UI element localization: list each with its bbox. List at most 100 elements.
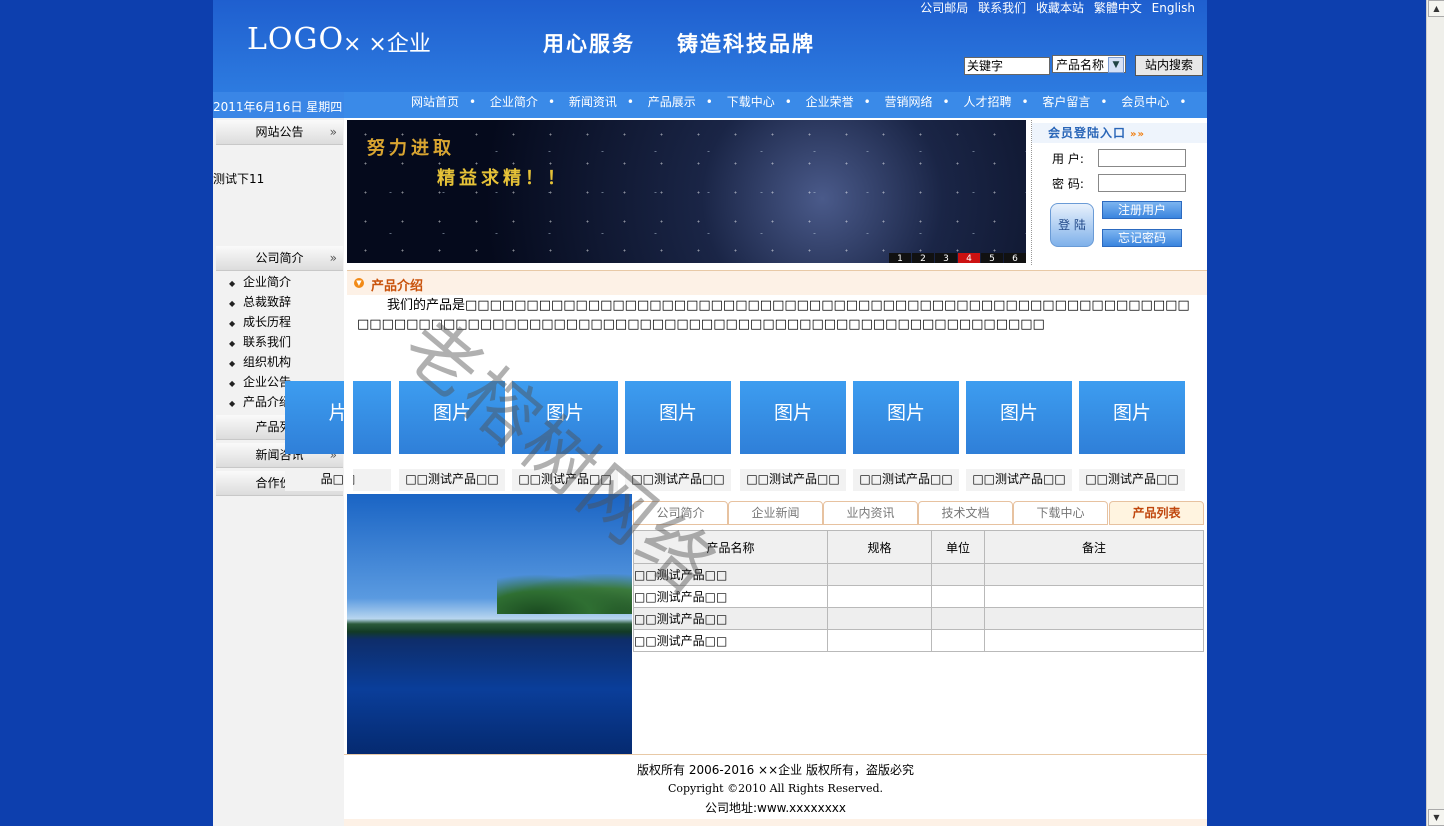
product-card[interactable]: 图片 □□测试产品□□: [740, 381, 846, 491]
notice-text[interactable]: 测试下11: [213, 170, 264, 187]
banner-page-2[interactable]: 2: [912, 253, 934, 263]
tab-product-list[interactable]: 产品列表: [1109, 501, 1204, 525]
nav-message[interactable]: 客户留言: [1042, 95, 1090, 109]
password-input[interactable]: [1098, 174, 1186, 192]
bullet-icon: •: [547, 95, 556, 109]
product-card[interactable]: 片 品□□: [285, 381, 391, 491]
sidebar-notice-header[interactable]: 网站公告 »: [216, 120, 343, 145]
register-button[interactable]: 注册用户: [1102, 201, 1182, 219]
product-image[interactable]: 图片: [1079, 381, 1185, 454]
sidebar-item-products[interactable]: ◆ 产品介绍: [229, 393, 291, 413]
banner-page-1[interactable]: 1: [889, 253, 911, 263]
product-image[interactable]: 图片: [740, 381, 846, 454]
product-card[interactable]: 图片 □□测试产品□□: [512, 381, 618, 491]
table-row[interactable]: □□测试产品□□: [633, 585, 1204, 608]
scroll-down-icon[interactable]: ▼: [1428, 809, 1444, 826]
sidebar-item-ceo[interactable]: ◆ 总裁致辞: [229, 293, 291, 313]
banner[interactable]: 努力进取 精益求精！！ 123456: [347, 120, 1026, 263]
column-header-spec: 规格: [827, 530, 932, 564]
tab-download[interactable]: 下载中心: [1013, 501, 1108, 525]
toplink-traditional[interactable]: 繁體中文: [1094, 1, 1142, 15]
product-image[interactable]: 图片: [966, 381, 1072, 454]
sidebar-about-header[interactable]: 公司简介 »: [216, 246, 343, 271]
username-input[interactable]: [1098, 149, 1186, 167]
table-cell: [827, 585, 932, 608]
bullet-icon: •: [705, 95, 713, 109]
table-row[interactable]: □□测试产品□□: [633, 607, 1204, 630]
toplink-english[interactable]: English: [1152, 1, 1195, 15]
sidebar-item-label: 企业简介: [243, 275, 292, 289]
tab-company[interactable]: 公司简介: [633, 501, 728, 525]
nav-jobs[interactable]: 人才招聘: [963, 95, 1011, 109]
nav-news[interactable]: 新闻资讯: [569, 95, 617, 109]
nav-products[interactable]: 产品展示: [648, 95, 696, 109]
product-card[interactable]: 图片 □□测试产品□□: [853, 381, 959, 491]
table-cell: [931, 563, 985, 586]
nav-network[interactable]: 营销网络: [885, 95, 933, 109]
product-image[interactable]: 图片: [625, 381, 731, 454]
tab-tech-docs[interactable]: 技术文档: [918, 501, 1013, 525]
search-type-value: 产品名称: [1056, 58, 1105, 72]
table-cell[interactable]: □□测试产品□□: [633, 585, 828, 608]
product-image[interactable]: 片: [285, 381, 391, 454]
banner-page-5[interactable]: 5: [981, 253, 1003, 263]
login-button[interactable]: 登 陆: [1050, 203, 1094, 247]
table-cell[interactable]: □□测试产品□□: [633, 607, 828, 630]
table-cell[interactable]: □□测试产品□□: [633, 563, 828, 586]
search-type-select[interactable]: 产品名称 ▼: [1052, 55, 1126, 73]
product-card[interactable]: 图片 □□测试产品□□: [625, 381, 731, 491]
nav-member[interactable]: 会员中心: [1121, 95, 1169, 109]
table-cell: [931, 629, 985, 652]
lake-image: [347, 494, 632, 754]
toplink-contact[interactable]: 联系我们: [978, 1, 1026, 15]
banner-page-6[interactable]: 6: [1004, 253, 1026, 263]
search-button[interactable]: 站内搜索: [1135, 55, 1203, 76]
table-cell: [931, 607, 985, 630]
product-caption[interactable]: □□测试产品□□: [853, 469, 959, 491]
product-image[interactable]: 图片: [853, 381, 959, 454]
product-card[interactable]: 图片 □□测试产品□□: [1079, 381, 1185, 491]
sidebar-item-contact[interactable]: ◆ 联系我们: [229, 333, 291, 353]
product-image[interactable]: 图片: [399, 381, 505, 454]
nav-download[interactable]: 下载中心: [727, 95, 775, 109]
banner-text-2: 精益求精！！: [437, 168, 569, 189]
sidebar-item-label: 组织机构: [243, 355, 292, 369]
nav-home[interactable]: 网站首页: [411, 95, 459, 109]
scroll-up-icon[interactable]: ▲: [1428, 0, 1444, 17]
product-caption[interactable]: 品□□: [285, 469, 391, 491]
sidebar-item-organization[interactable]: ◆ 组织机构: [229, 353, 291, 373]
banner-page-4[interactable]: 4: [958, 253, 980, 263]
product-card[interactable]: 图片 □□测试产品□□: [399, 381, 505, 491]
scroll-mask: [344, 375, 353, 495]
sidebar-item-history[interactable]: ◆ 成长历程: [229, 313, 291, 333]
table-cell[interactable]: □□测试产品□□: [633, 629, 828, 652]
chevron-down-icon[interactable]: ▼: [1108, 57, 1124, 73]
sidebar-item-announcement[interactable]: ◆ 企业公告: [229, 373, 291, 393]
diamond-bullet-icon: ◆: [229, 279, 236, 288]
vertical-scrollbar[interactable]: ▲ ▼: [1426, 0, 1444, 826]
sidebar-item-label: 产品介绍: [243, 395, 292, 409]
toplink-favorite[interactable]: 收藏本站: [1036, 1, 1084, 15]
toplink-mail[interactable]: 公司邮局: [920, 1, 968, 15]
tab-industry-news[interactable]: 业内资讯: [823, 501, 918, 525]
product-caption[interactable]: □□测试产品□□: [625, 469, 731, 491]
table-row[interactable]: □□测试产品□□: [633, 563, 1204, 586]
product-caption[interactable]: □□测试产品□□: [966, 469, 1072, 491]
product-caption[interactable]: □□测试产品□□: [399, 469, 505, 491]
banner-page-3[interactable]: 3: [935, 253, 957, 263]
tab-company-news[interactable]: 企业新闻: [728, 501, 823, 525]
forgot-password-button[interactable]: 忘记密码: [1102, 229, 1182, 247]
sidebar-notice-title: 网站公告: [255, 125, 304, 139]
bullet-icon: •: [469, 95, 477, 109]
product-card[interactable]: 图片 □□测试产品□□: [966, 381, 1072, 491]
nav-honor[interactable]: 企业荣誉: [806, 95, 854, 109]
product-caption[interactable]: □□测试产品□□: [512, 469, 618, 491]
product-caption[interactable]: □□测试产品□□: [740, 469, 846, 491]
sidebar-item-intro[interactable]: ◆ 企业简介: [229, 273, 291, 293]
diamond-bullet-icon: ◆: [229, 359, 236, 368]
table-row[interactable]: □□测试产品□□: [633, 629, 1204, 652]
product-caption[interactable]: □□测试产品□□: [1079, 469, 1185, 491]
search-input[interactable]: 关键字: [964, 57, 1050, 75]
product-image[interactable]: 图片: [512, 381, 618, 454]
nav-about[interactable]: 企业简介: [490, 95, 538, 109]
